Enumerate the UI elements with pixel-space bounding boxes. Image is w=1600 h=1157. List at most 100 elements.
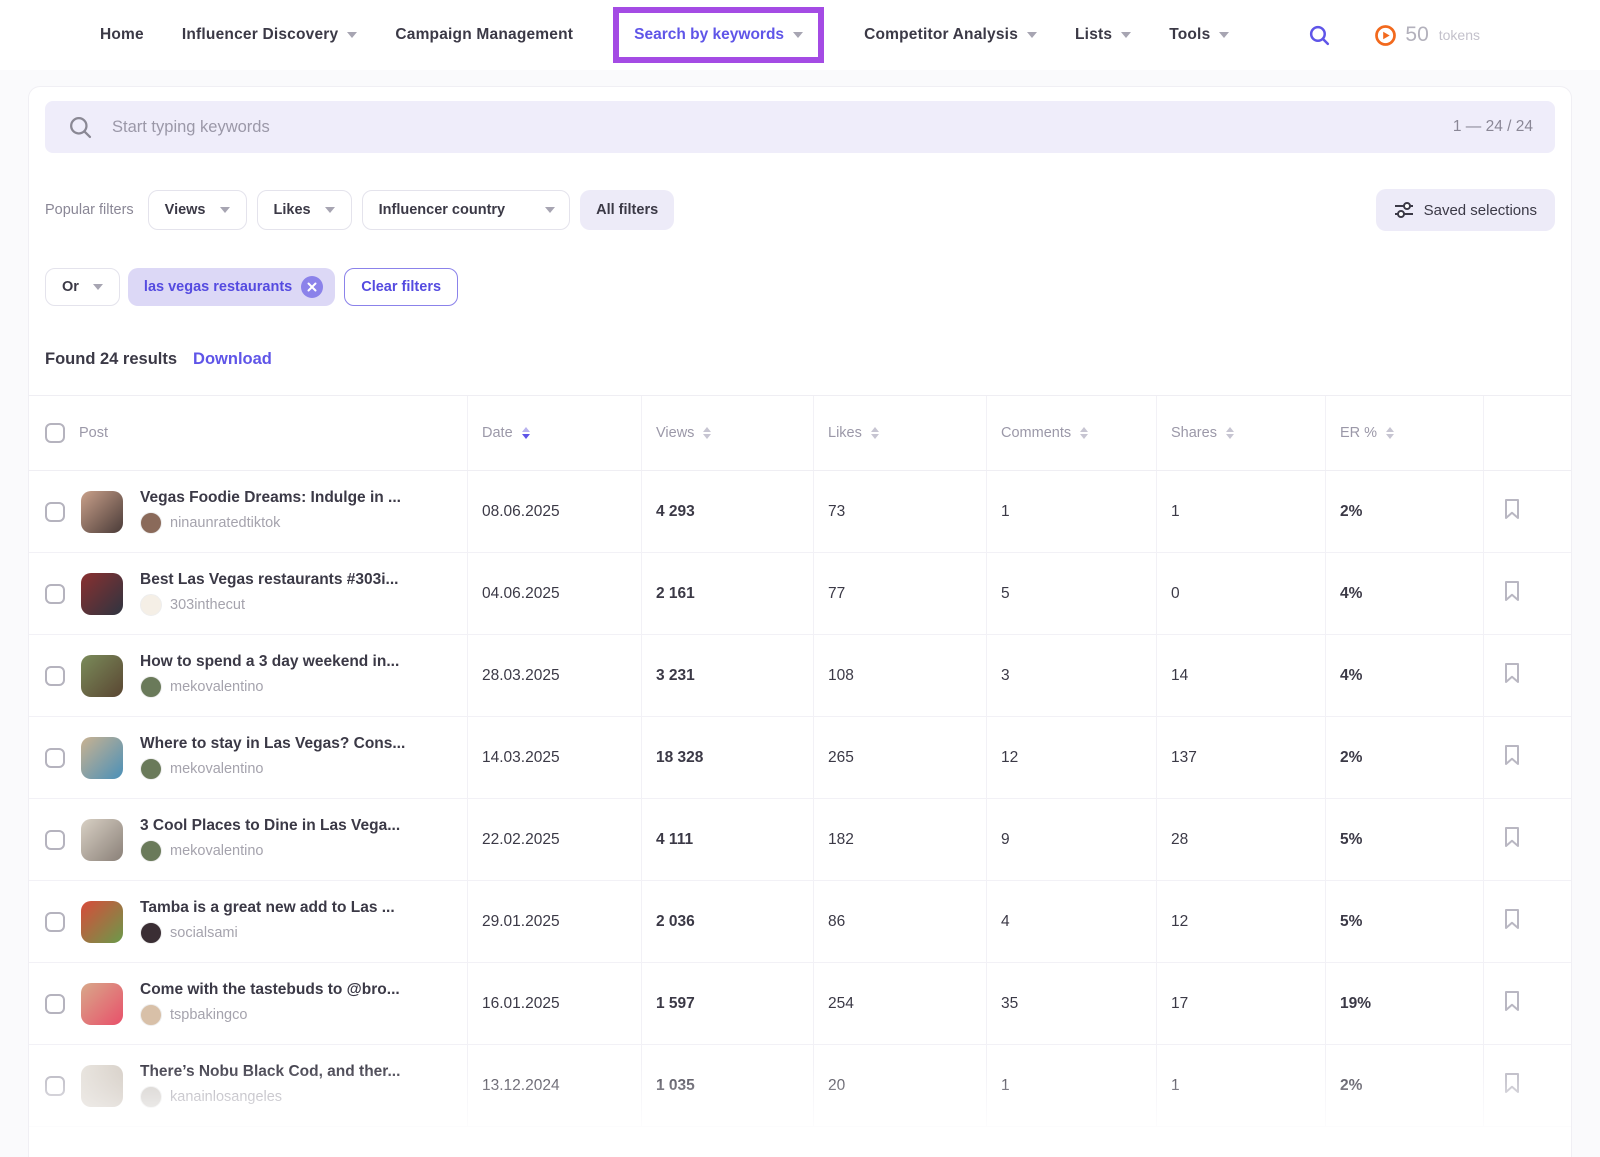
views-filter-dropdown[interactable]: Views bbox=[148, 190, 247, 230]
sort-icon[interactable] bbox=[1226, 427, 1234, 439]
username[interactable]: ninaunratedtiktok bbox=[170, 515, 280, 531]
likes-cell: 182 bbox=[814, 799, 987, 880]
row-checkbox[interactable] bbox=[45, 502, 65, 522]
nav-label-competitor-analysis[interactable]: Competitor Analysis bbox=[864, 26, 1018, 44]
column-label-shares[interactable]: Shares bbox=[1171, 425, 1217, 441]
likes-filter-dropdown[interactable]: Likes bbox=[257, 190, 352, 230]
row-checkbox[interactable] bbox=[45, 994, 65, 1014]
post-title[interactable]: There’s Nobu Black Cod, and ther... bbox=[140, 1063, 400, 1080]
nav-label-campaign-management[interactable]: Campaign Management bbox=[395, 26, 573, 44]
post-title[interactable]: Where to stay in Las Vegas? Cons... bbox=[140, 735, 405, 752]
all-filters-button[interactable]: All filters bbox=[580, 190, 674, 230]
saved-selections-button[interactable]: Saved selections bbox=[1376, 189, 1555, 231]
influencer-country-dropdown[interactable]: Influencer country bbox=[362, 190, 571, 230]
post-thumbnail[interactable] bbox=[81, 737, 123, 779]
username[interactable]: tspbakingco bbox=[170, 1007, 247, 1023]
column-header-er[interactable]: ER % bbox=[1326, 396, 1484, 470]
nav-item-competitor-analysis[interactable]: Competitor Analysis bbox=[864, 26, 1037, 44]
remove-chip-icon[interactable] bbox=[301, 276, 323, 298]
nav-label-tools[interactable]: Tools bbox=[1169, 26, 1210, 44]
post-thumbnail[interactable] bbox=[81, 655, 123, 697]
username[interactable]: 303inthecut bbox=[170, 597, 245, 613]
bookmark-icon[interactable] bbox=[1502, 907, 1522, 936]
post-title[interactable]: Come with the tastebuds to @bro... bbox=[140, 981, 400, 998]
column-header-comments[interactable]: Comments bbox=[987, 396, 1157, 470]
table-row: Best Las Vegas restaurants #303i... 303i… bbox=[29, 553, 1571, 635]
column-label-comments[interactable]: Comments bbox=[1001, 425, 1071, 441]
column-label-views[interactable]: Views bbox=[656, 425, 694, 441]
influencer-country-label: Influencer country bbox=[379, 202, 506, 218]
column-header-likes[interactable]: Likes bbox=[814, 396, 987, 470]
nav-label-influencer-discovery[interactable]: Influencer Discovery bbox=[182, 26, 338, 44]
column-header-date[interactable]: Date bbox=[468, 396, 642, 470]
keyword-search-input[interactable] bbox=[112, 118, 1453, 137]
post-cell: Vegas Foodie Dreams: Indulge in ... nina… bbox=[29, 471, 468, 552]
post-thumbnail[interactable] bbox=[81, 983, 123, 1025]
sort-icon[interactable] bbox=[1386, 427, 1394, 439]
post-thumbnail[interactable] bbox=[81, 491, 123, 533]
post-title[interactable]: How to spend a 3 day weekend in... bbox=[140, 653, 399, 670]
column-label-date[interactable]: Date bbox=[482, 425, 513, 441]
bookmark-icon[interactable] bbox=[1502, 989, 1522, 1018]
username[interactable]: mekovalentino bbox=[170, 761, 264, 777]
sort-icon[interactable] bbox=[1080, 427, 1088, 439]
post-thumbnail[interactable] bbox=[81, 901, 123, 943]
download-link[interactable]: Download bbox=[193, 350, 272, 369]
column-label-likes[interactable]: Likes bbox=[828, 425, 862, 441]
nav-item-search-by-keywords[interactable]: Search by keywords bbox=[634, 26, 784, 44]
nav-search-icon[interactable] bbox=[1307, 23, 1332, 48]
avatar bbox=[140, 1086, 162, 1108]
nav-item-campaign-management[interactable]: Campaign Management bbox=[395, 26, 573, 44]
er-cell: 19% bbox=[1326, 963, 1484, 1044]
bookmark-icon[interactable] bbox=[1502, 1071, 1522, 1100]
avatar bbox=[140, 758, 162, 780]
post-title[interactable]: Tamba is a great new add to Las ... bbox=[140, 899, 395, 916]
column-header-views[interactable]: Views bbox=[642, 396, 814, 470]
column-header-shares[interactable]: Shares bbox=[1157, 396, 1326, 470]
row-checkbox[interactable] bbox=[45, 666, 65, 686]
nav-label-home[interactable]: Home bbox=[100, 26, 144, 44]
post-thumbnail[interactable] bbox=[81, 819, 123, 861]
username[interactable]: socialsami bbox=[170, 925, 238, 941]
post-thumbnail[interactable] bbox=[81, 1065, 123, 1107]
bookmark-icon[interactable] bbox=[1502, 661, 1522, 690]
bookmark-icon[interactable] bbox=[1502, 497, 1522, 526]
keyword-search-bar[interactable]: 1 — 24 / 24 bbox=[45, 101, 1555, 153]
tokens-balance[interactable]: 50 tokens bbox=[1374, 23, 1480, 47]
post-title[interactable]: 3 Cool Places to Dine in Las Vega... bbox=[140, 817, 400, 834]
operator-dropdown[interactable]: Or bbox=[45, 268, 120, 306]
column-label-er[interactable]: ER % bbox=[1340, 425, 1377, 441]
nav-label-lists[interactable]: Lists bbox=[1075, 26, 1112, 44]
sort-icon[interactable] bbox=[703, 427, 711, 439]
sort-icon[interactable] bbox=[871, 427, 879, 439]
post-cell: Best Las Vegas restaurants #303i... 303i… bbox=[29, 553, 468, 634]
nav-item-tools[interactable]: Tools bbox=[1169, 26, 1229, 44]
nav-item-influencer-discovery[interactable]: Influencer Discovery bbox=[182, 26, 357, 44]
row-checkbox[interactable] bbox=[45, 1076, 65, 1096]
username[interactable]: mekovalentino bbox=[170, 679, 264, 695]
select-all-checkbox[interactable] bbox=[45, 423, 65, 443]
row-checkbox[interactable] bbox=[45, 830, 65, 850]
clear-filters-button[interactable]: Clear filters bbox=[344, 268, 458, 306]
shares-cell: 17 bbox=[1157, 963, 1326, 1044]
bookmark-cell bbox=[1484, 471, 1573, 552]
bookmark-icon[interactable] bbox=[1502, 743, 1522, 772]
row-checkbox[interactable] bbox=[45, 748, 65, 768]
bookmark-icon[interactable] bbox=[1502, 579, 1522, 608]
username[interactable]: kanainlosangeles bbox=[170, 1089, 282, 1105]
results-table: Post Date Views Likes Comments Shares bbox=[29, 395, 1571, 1127]
post-title[interactable]: Best Las Vegas restaurants #303i... bbox=[140, 571, 398, 588]
chevron-down-icon bbox=[545, 207, 555, 213]
nav-item-home[interactable]: Home bbox=[100, 26, 144, 44]
comments-cell: 5 bbox=[987, 553, 1157, 634]
username[interactable]: mekovalentino bbox=[170, 843, 264, 859]
row-checkbox[interactable] bbox=[45, 584, 65, 604]
post-thumbnail[interactable] bbox=[81, 573, 123, 615]
sort-icon[interactable] bbox=[522, 427, 530, 439]
keyword-chip: las vegas restaurants bbox=[128, 268, 335, 306]
bookmark-icon[interactable] bbox=[1502, 825, 1522, 854]
row-checkbox[interactable] bbox=[45, 912, 65, 932]
nav-item-lists[interactable]: Lists bbox=[1075, 26, 1131, 44]
post-title[interactable]: Vegas Foodie Dreams: Indulge in ... bbox=[140, 489, 401, 506]
post-cell: Come with the tastebuds to @bro... tspba… bbox=[29, 963, 468, 1044]
